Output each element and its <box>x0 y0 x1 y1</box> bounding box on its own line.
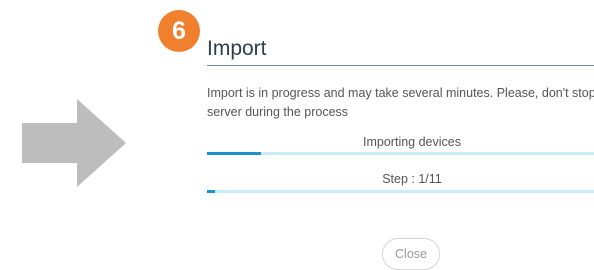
close-button[interactable]: Close <box>382 238 440 270</box>
progress-bar-importing <box>207 152 594 155</box>
progress-fill-importing <box>207 152 262 155</box>
dialog-title: Import <box>207 37 267 60</box>
progress-bar-step <box>207 190 594 193</box>
step-number-badge: 6 <box>158 10 200 52</box>
progress-fill-step <box>207 190 215 193</box>
arrow-right-icon <box>22 99 126 187</box>
progress-message: Import is in progress and may take sever… <box>207 86 594 119</box>
progress-label-step: Step : 1/11 <box>382 172 442 186</box>
progress-label-importing: Importing devices <box>363 135 461 149</box>
title-divider <box>207 65 594 66</box>
